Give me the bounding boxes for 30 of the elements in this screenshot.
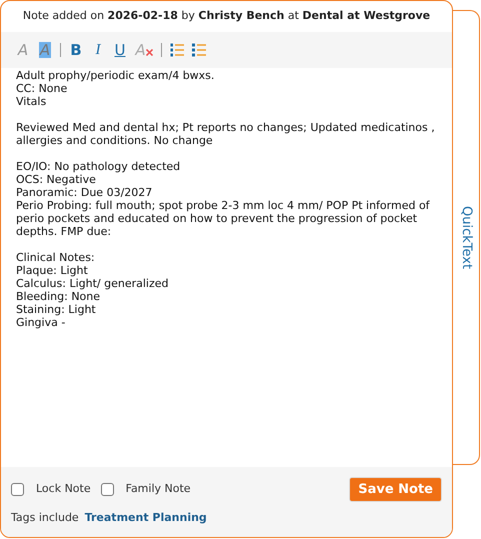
checkbox[interactable]	[100, 483, 114, 496]
quicktext-tab[interactable]: QuickText	[453, 10, 480, 465]
font-color-button[interactable]: A	[13, 40, 33, 60]
note-line: Reviewed Med and dental hx; Pt reports no changes; Updated medicatinos , allergies and conditions. No change	[16, 121, 436, 147]
save-note-button[interactable]: Save Note	[349, 477, 442, 502]
checkbox[interactable]	[11, 483, 24, 496]
note-line: Perio Probing: full mouth; spot probe 2-3 mm loc 4 mm/ POP Pt informed of perio pockets and educated on how to prevent the progression of pocket depths. FMP due:	[16, 199, 431, 238]
italic-button[interactable]: I	[88, 40, 108, 60]
note-line: Clinical Notes:	[16, 251, 96, 264]
numbered-list-icon	[170, 43, 184, 57]
note-line: Adult prophy/periodic exam/4 bwxs.	[16, 69, 216, 82]
note-line: OCS: Negative	[16, 173, 97, 186]
checkbox-label: Lock Note	[36, 481, 91, 498]
note-header: Note added on 2026-02-18 by Christy Bench at Dental at Westgrove	[22, 8, 430, 24]
tags-label: Tags include	[11, 510, 79, 526]
note-line: Staining: Light	[16, 303, 97, 316]
bullet-list-icon	[192, 43, 206, 57]
bold-button[interactable]: B	[66, 40, 86, 60]
clear-x-icon	[146, 49, 153, 56]
note-line: Calculus: Light/ generalized	[16, 277, 170, 290]
note-line: Panoramic: Due 03/2027	[16, 186, 154, 199]
note-line: Gingiva -	[16, 316, 66, 329]
note-line: CC: None	[16, 82, 68, 95]
note-line: Bleeding: None	[16, 290, 102, 303]
note-line: Vitals	[16, 95, 48, 108]
note-line: EO/IO: No pathology detected	[16, 160, 182, 173]
underline-button[interactable]: U	[110, 40, 130, 60]
checkbox-label: Family Note	[126, 481, 191, 498]
note-line: Plaque: Light	[16, 264, 89, 277]
tag-link[interactable]: Treatment Planning	[84, 510, 207, 526]
